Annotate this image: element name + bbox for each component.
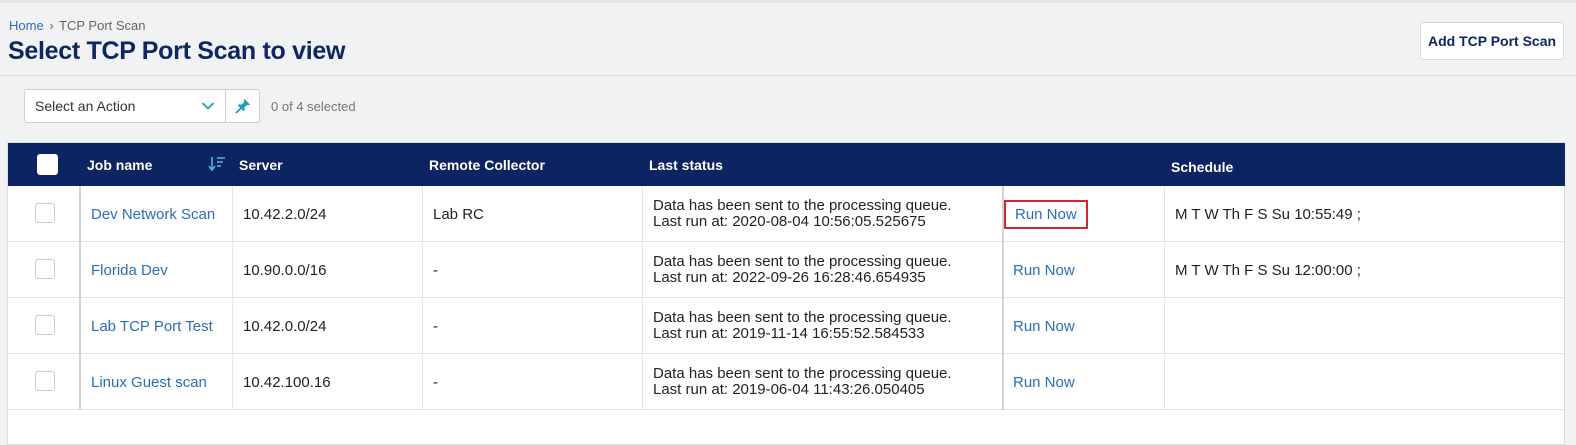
- last-status-cell: Data has been sent to the processing que…: [653, 354, 952, 410]
- server-cell: 10.42.2.0/24: [243, 205, 327, 223]
- breadcrumb-home-link[interactable]: Home: [9, 18, 44, 33]
- server-cell: 10.90.0.0/16: [243, 261, 327, 279]
- table-row: Lab TCP Port Test 10.42.0.0/24 - Data ha…: [8, 298, 1565, 354]
- column-divider: [79, 186, 81, 242]
- table-header: Job name Server Remote Collector Last st…: [8, 143, 1565, 186]
- column-divider: [232, 298, 233, 354]
- column-divider: [232, 186, 233, 242]
- column-divider: [1164, 354, 1165, 410]
- action-bar: Select an Action 0 of 4 selected: [24, 89, 356, 123]
- row-checkbox[interactable]: [35, 203, 55, 223]
- schedule-cell: M T W Th F S Su 12:00:00 ;: [1175, 261, 1361, 279]
- column-divider: [79, 242, 81, 298]
- column-divider: [642, 186, 643, 242]
- job-name-cell: Dev Network Scan: [91, 186, 215, 242]
- action-cell: Run Now: [1004, 242, 1084, 298]
- action-select[interactable]: Select an Action: [24, 89, 226, 123]
- pin-icon: [235, 99, 250, 114]
- remote-collector-cell: Lab RC: [433, 205, 484, 223]
- schedule-cell: M T W Th F S Su 10:55:49 ;: [1175, 205, 1361, 223]
- column-header-last-status[interactable]: Last status: [649, 143, 723, 186]
- action-cell: Run Now: [1004, 354, 1084, 410]
- run-now-link[interactable]: Run Now: [1004, 370, 1084, 395]
- add-tcp-port-scan-button[interactable]: Add TCP Port Scan: [1420, 22, 1564, 60]
- breadcrumb: Home › TCP Port Scan: [9, 18, 146, 33]
- action-select-label: Select an Action: [35, 98, 136, 114]
- last-run-time: Last run at: 2022-09-26 16:28:46.654935: [653, 269, 926, 286]
- column-header-job-name[interactable]: Job name: [87, 143, 152, 186]
- job-name-cell: Lab TCP Port Test: [91, 298, 213, 354]
- remote-collector-cell: -: [433, 261, 438, 279]
- action-cell: Run Now: [1004, 186, 1088, 242]
- column-header-remote-collector[interactable]: Remote Collector: [429, 143, 545, 186]
- select-all-checkbox[interactable]: [37, 154, 58, 175]
- column-divider: [422, 298, 423, 354]
- job-name-link[interactable]: Dev Network Scan: [91, 206, 215, 223]
- column-divider: [79, 298, 81, 354]
- last-status-cell: Data has been sent to the processing que…: [653, 186, 952, 242]
- column-divider: [1164, 298, 1165, 354]
- breadcrumb-current: TCP Port Scan: [59, 18, 146, 33]
- job-name-cell: Linux Guest scan: [91, 354, 207, 410]
- row-checkbox[interactable]: [35, 259, 55, 279]
- column-divider: [422, 354, 423, 410]
- sort-descending-icon[interactable]: [207, 154, 227, 174]
- table-row: Dev Network Scan 10.42.2.0/24 Lab RC Dat…: [8, 186, 1565, 242]
- column-divider: [422, 186, 423, 242]
- chevron-down-icon: [202, 102, 214, 110]
- column-divider: [642, 354, 643, 410]
- run-now-link[interactable]: Run Now: [1004, 314, 1084, 339]
- breadcrumb-separator: ›: [49, 18, 54, 33]
- last-status-cell: Data has been sent to the processing que…: [653, 298, 952, 354]
- row-checkbox[interactable]: [35, 315, 55, 335]
- server-cell: 10.42.0.0/24: [243, 317, 327, 335]
- column-divider: [642, 242, 643, 298]
- run-now-link[interactable]: Run Now: [1004, 258, 1084, 283]
- status-message: Data has been sent to the processing que…: [653, 365, 952, 382]
- table-row: Florida Dev 10.90.0.0/16 - Data has been…: [8, 242, 1565, 298]
- job-name-cell: Florida Dev: [91, 242, 168, 298]
- column-divider: [232, 354, 233, 410]
- last-run-time: Last run at: 2020-08-04 10:56:05.525675: [653, 213, 926, 230]
- column-divider: [422, 242, 423, 298]
- last-run-time: Last run at: 2019-11-14 16:55:52.584533: [653, 325, 925, 342]
- last-status-cell: Data has been sent to the processing que…: [653, 242, 952, 298]
- table-row: Linux Guest scan 10.42.100.16 - Data has…: [8, 354, 1565, 410]
- status-message: Data has been sent to the processing que…: [653, 309, 952, 326]
- column-divider: [232, 242, 233, 298]
- selected-count: 0 of 4 selected: [271, 98, 356, 114]
- scan-table: Job name Server Remote Collector Last st…: [7, 142, 1565, 445]
- run-now-link[interactable]: Run Now: [1004, 199, 1088, 229]
- remote-collector-cell: -: [433, 373, 438, 391]
- column-divider: [1164, 242, 1165, 298]
- apply-action-button[interactable]: [226, 89, 260, 123]
- column-divider: [79, 354, 81, 410]
- row-checkbox[interactable]: [35, 371, 55, 391]
- job-name-link[interactable]: Linux Guest scan: [91, 374, 207, 391]
- status-message: Data has been sent to the processing que…: [653, 253, 952, 270]
- server-cell: 10.42.100.16: [243, 373, 331, 391]
- column-divider: [1164, 186, 1165, 242]
- remote-collector-cell: -: [433, 317, 438, 335]
- column-header-schedule[interactable]: Schedule: [1171, 145, 1233, 188]
- job-name-link[interactable]: Lab TCP Port Test: [91, 318, 213, 335]
- column-header-server[interactable]: Server: [239, 143, 283, 186]
- status-message: Data has been sent to the processing que…: [653, 197, 952, 214]
- column-divider: [642, 298, 643, 354]
- last-run-time: Last run at: 2019-06-04 11:43:26.050405: [653, 381, 925, 398]
- page-title: Select TCP Port Scan to view: [8, 37, 346, 65]
- action-cell: Run Now: [1004, 298, 1084, 354]
- job-name-link[interactable]: Florida Dev: [91, 262, 168, 279]
- page-header: Home › TCP Port Scan Select TCP Port Sca…: [0, 3, 1576, 76]
